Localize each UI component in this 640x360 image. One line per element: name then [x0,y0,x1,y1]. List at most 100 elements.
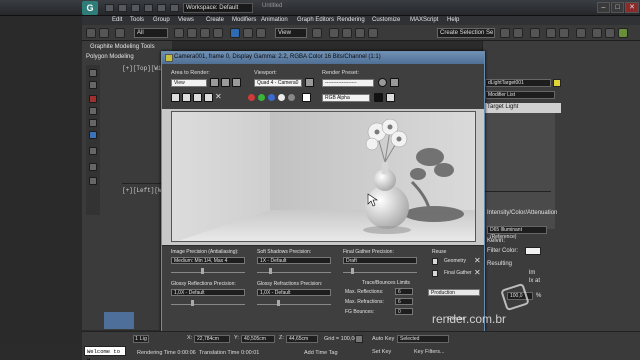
select-object-icon[interactable] [174,28,184,38]
tool-f-icon[interactable] [89,131,97,139]
max-refractions-spinner[interactable]: 6 [395,298,413,305]
schematic-view-icon[interactable] [559,28,569,38]
maxscript-listener[interactable]: Welcome to M [84,346,126,360]
menu-animation[interactable]: Animation [261,17,288,23]
environment-icon[interactable] [390,78,399,87]
mirror-icon[interactable] [500,28,510,38]
auto-key-button[interactable]: Auto Key [372,336,394,342]
tool-i-icon[interactable] [89,177,97,185]
app-logo-icon[interactable]: G [82,1,98,15]
new-file-icon[interactable] [105,4,114,12]
glossy-refractions-select[interactable]: 1,0X - Default [257,289,331,296]
render-setup-gear-icon[interactable] [378,78,387,87]
fg-bounces-spinner[interactable]: 0 [395,308,413,315]
rendered-frame-window[interactable]: Camera001, frame 0, Display Gamma: 2.2, … [161,51,485,331]
alpha-channel-icon[interactable] [278,94,285,101]
select-region-icon[interactable] [232,78,241,87]
stack-item-target-light[interactable]: Target Light [487,104,518,110]
swatch-icon[interactable] [302,93,311,102]
filter-color-swatch[interactable] [525,247,541,255]
geometry-lock-icon[interactable] [432,258,438,265]
glossy-refractions-slider[interactable] [257,300,331,306]
minimize-button[interactable]: – [597,2,610,13]
lm-radio-label[interactable]: lm [529,270,535,276]
z-coordinate-field[interactable]: 44,65cm [286,335,318,343]
copy-image-icon[interactable] [182,93,191,102]
x-coordinate-field[interactable]: 22,784cm [194,335,230,343]
menu-group[interactable]: Group [153,17,170,23]
display-overlay-icon[interactable] [386,93,395,102]
tool-e-icon[interactable] [89,119,97,127]
final-gather-select[interactable]: Draft [343,257,417,264]
lx-radio-label[interactable]: lx at [529,278,540,284]
spinner-snap-icon[interactable] [368,28,378,38]
image-precision-select[interactable]: Medium: Min 1/4, Max 4 [171,257,245,264]
menu-customize[interactable]: Customize [372,17,400,23]
max-reflections-spinner[interactable]: 6 [395,288,413,295]
tool-h-icon[interactable] [89,163,97,171]
render-preset-select[interactable]: ------------------- [322,79,374,87]
tool-b-icon[interactable] [89,81,97,89]
undo-tb-icon[interactable] [86,28,96,38]
auto-region-icon[interactable] [221,78,230,87]
edit-region-icon[interactable] [210,78,219,87]
add-time-tag-button[interactable]: Add Time Tag [304,350,338,356]
select-by-name-icon[interactable] [187,28,197,38]
toggle-ui-icon[interactable] [374,93,383,102]
modifier-list-select[interactable]: Modifier List [485,91,555,99]
menu-tools[interactable]: Tools [130,17,144,23]
print-image-icon[interactable] [204,93,213,102]
menu-create[interactable]: Create [206,17,224,23]
workspace-select[interactable]: Workspace: Default [183,3,253,13]
align-icon[interactable] [513,28,523,38]
pivot-icon[interactable] [312,28,322,38]
tool-a-icon[interactable] [89,69,97,77]
menu-views[interactable]: Views [178,17,194,23]
menu-maxscript[interactable]: MAXScript [410,17,438,23]
save-file-icon[interactable] [131,4,140,12]
key-filters-button[interactable]: Key Filters... [414,349,445,355]
tool-g-icon[interactable] [89,147,97,155]
curve-editor-icon[interactable] [546,28,556,38]
tab-graphite-modeling[interactable]: Graphite Modeling Tools [90,44,155,50]
layer-manager-icon[interactable] [530,28,540,38]
y-coordinate-field[interactable]: 40,505cm [241,335,275,343]
blue-channel-icon[interactable] [268,94,275,101]
soft-shadows-slider[interactable] [257,268,331,274]
select-scale-icon[interactable] [256,28,266,38]
material-editor-icon[interactable] [576,28,586,38]
redo-icon[interactable] [157,4,166,12]
final-gather-reuse-label[interactable]: Final Gather [444,270,472,276]
channel-display-select[interactable]: RGB Alpha [322,94,370,102]
image-precision-slider[interactable] [171,268,245,274]
render-production-icon[interactable] [618,28,628,38]
rendered-frame-icon[interactable] [605,28,615,38]
render-image[interactable] [171,111,476,242]
select-move-icon[interactable] [230,28,240,38]
undo-icon[interactable] [144,4,153,12]
glossy-reflections-select[interactable]: 1,0X - Default [171,289,245,296]
color-preset-select[interactable]: D65 Illuminant (Reference) [487,226,547,240]
clear-icon[interactable]: ✕ [215,92,222,101]
clone-frame-icon[interactable] [193,93,202,102]
render-mode-select[interactable]: Production [428,289,480,296]
green-channel-icon[interactable] [258,94,265,101]
object-name-field[interactable]: dLightTarget001 [485,79,551,87]
menu-help[interactable]: Help [447,17,459,23]
close-button[interactable]: ✕ [625,2,639,13]
menu-edit[interactable]: Edit [112,17,122,23]
tab-polygon-modeling[interactable]: Polygon Modeling [86,54,134,60]
mono-channel-icon[interactable] [288,94,295,101]
frame-window-titlebar[interactable]: Camera001, frame 0, Display Gamma: 2.2, … [162,52,484,64]
intensity-rollout-title[interactable]: Intensity/Color/Attenuation [487,210,557,216]
key-selection-select[interactable]: Selected [397,335,449,343]
rect-select-icon[interactable] [200,28,210,38]
tool-c-icon[interactable] [89,95,97,103]
named-selection-select[interactable]: Create Selection Se [437,28,495,38]
tool-d-icon[interactable] [89,107,97,115]
snap-3d-icon[interactable] [329,28,339,38]
percent-snap-icon[interactable] [355,28,365,38]
geometry-reuse-label[interactable]: Geometry [444,258,466,264]
final-gather-lock-icon[interactable] [432,270,438,277]
viewport-select[interactable]: Quad 4 - Camera0 [254,79,302,87]
